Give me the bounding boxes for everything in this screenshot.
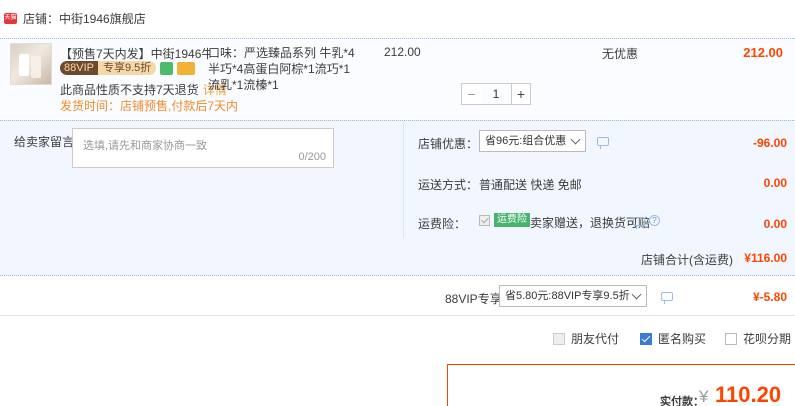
shop-header: 天猫 店铺：中街1946旗舰店	[0, 0, 795, 36]
friend-pay-option[interactable]: 朋友代付	[553, 330, 619, 347]
shipping-fee-value: 0.00	[763, 176, 787, 190]
card-icon	[177, 61, 196, 75]
shipping-method: 普通配送 快递 免邮	[479, 178, 582, 192]
vip-discount-row: 88VIP专享 省5.80元:88VIP专享9.5折 ¥-5.80	[0, 278, 795, 316]
insurance-value: 0.00	[763, 217, 787, 231]
quantity-stepper: − 1 +	[461, 83, 531, 105]
chevron-down-icon	[570, 134, 581, 145]
vip-badge: 88VIP 专享9.5折	[60, 61, 196, 75]
payment-label: 实付款：	[660, 396, 704, 406]
coupon-discount-value: -96.00	[752, 136, 787, 150]
vip-discount-label: 专享9.5折	[97, 61, 157, 75]
comment-icon[interactable]	[661, 292, 673, 304]
huabei-label: 花呗分期	[743, 332, 792, 346]
vip-discount-value: ¥-5.80	[752, 290, 787, 304]
anonymous-label: 匿名购买	[658, 332, 707, 346]
coupon-select[interactable]: 省96元:组合优惠	[479, 130, 586, 152]
payment-summary-box: 实付款： ¥ 110.20	[447, 364, 795, 406]
unit-price: 212.00	[384, 45, 421, 59]
chevron-down-icon	[631, 289, 642, 300]
payment-currency: ¥	[699, 387, 709, 406]
message-char-count: 0/200	[298, 151, 326, 163]
vip-badge-label: 88VIP	[60, 61, 98, 75]
friend-pay-checkbox[interactable]	[553, 332, 565, 345]
huabei-checkbox[interactable]	[725, 332, 737, 345]
insurance-label: 运费险：	[418, 217, 467, 231]
anonymous-option[interactable]: 匿名购买	[640, 330, 706, 347]
huabei-option[interactable]: 花呗分期	[725, 330, 791, 347]
friend-pay-label: 朋友代付	[571, 332, 620, 346]
order-summary-panel: 店铺优惠： 省96元:组合优惠 -96.00 运送方式： 普通配送 快递 免邮 …	[403, 121, 795, 238]
message-placeholder: 选填,请先和商家协商一致	[83, 140, 208, 152]
vip-discount-select[interactable]: 省5.80元:88VIP专享9.5折	[499, 285, 647, 307]
order-item-row: 【预售7天内发】中街1946牛乳... 88VIP 专享9.5折 此商品性质不支…	[0, 38, 795, 118]
comment-icon[interactable]	[633, 217, 645, 229]
payment-amount: 110.20	[715, 382, 782, 406]
item-subtotal: 212.00	[743, 45, 783, 60]
vip-label: 88VIP专享	[445, 292, 502, 306]
coupon-selected-value: 省96元:组合优惠	[485, 135, 567, 147]
shop-total-value: ¥116.00	[744, 251, 787, 265]
help-icon[interactable]: ?	[649, 215, 660, 226]
shop-total-label: 店铺合计(含运费)	[641, 253, 733, 267]
guarantee-icon	[160, 61, 174, 75]
no-return-note: 此商品性质不支持7天退货 详情	[60, 81, 227, 98]
anonymous-checkbox[interactable]	[640, 332, 652, 345]
insurance-checkbox	[479, 215, 490, 226]
qty-input[interactable]: 1	[481, 83, 511, 105]
payment-options-row: 朋友代付 匿名购买 花呗分期	[0, 318, 795, 356]
tmall-icon: 天猫	[4, 12, 17, 24]
product-title-link[interactable]: 【预售7天内发】中街1946牛乳...	[60, 45, 210, 62]
qty-plus-button[interactable]: +	[511, 83, 531, 105]
product-thumbnail[interactable]	[10, 43, 52, 85]
insurance-text: 卖家赠送，退换货可赔	[530, 216, 651, 230]
shop-name-link[interactable]: 店铺：中街1946旗舰店	[23, 10, 146, 27]
no-return-text: 此商品性质不支持7天退货	[60, 83, 199, 97]
item-discount: 无优惠	[602, 47, 639, 61]
insurance-tag: 运费险	[494, 213, 530, 227]
vip-selected-value: 省5.80元:88VIP专享9.5折	[505, 290, 630, 302]
qty-minus-button[interactable]: −	[461, 83, 481, 105]
ship-time-note: 发货时间：店铺预售,付款后7天内	[60, 99, 239, 113]
coupon-label: 店铺优惠：	[418, 137, 479, 151]
order-details-panel: 给卖家留言： 选填,请先和商家协商一致 0/200 店铺优惠： 省96元:组合优…	[0, 120, 795, 276]
seller-message-input[interactable]: 选填,请先和商家协商一致 0/200	[72, 128, 334, 168]
product-spec: 口味：严选臻品系列 牛乳*4半巧*4高蛋白阿棕*1流巧*1流乳*1流榛*1	[208, 46, 355, 92]
comment-icon[interactable]	[597, 137, 609, 149]
shipping-label: 运送方式：	[418, 178, 479, 192]
